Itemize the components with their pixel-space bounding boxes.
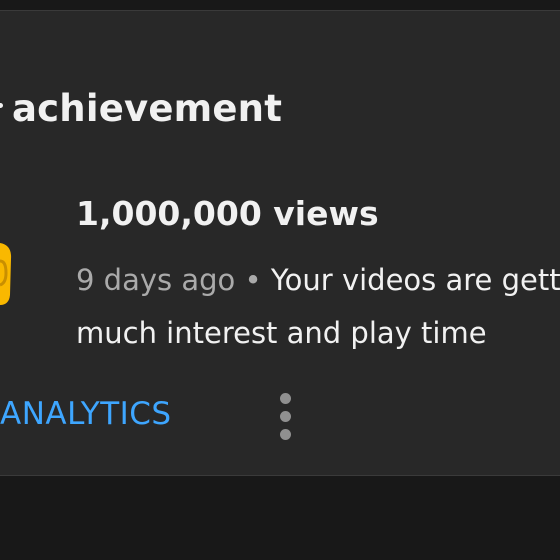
notification-message: 9 days ago • Your videos are gett much i… bbox=[76, 254, 560, 360]
separator-dot: • bbox=[244, 263, 262, 297]
message-line-1: 9 days ago • Your videos are gett bbox=[76, 254, 560, 307]
message-line-2: much interest and play time bbox=[76, 316, 487, 350]
more-vert-icon[interactable] bbox=[272, 389, 300, 445]
analytics-button[interactable]: ANALYTICS bbox=[0, 396, 172, 432]
bottom-strip bbox=[0, 476, 560, 560]
more-dot bbox=[280, 429, 291, 440]
achievement-card: achievement 1,000,000 views 9 days ago •… bbox=[0, 10, 560, 476]
card-title: achievement bbox=[12, 87, 283, 130]
more-dot bbox=[280, 393, 291, 404]
top-strip bbox=[0, 0, 560, 10]
milestone-heading: 1,000,000 views bbox=[76, 194, 379, 233]
message-text: Your videos are gett bbox=[270, 263, 560, 297]
notification-age: 9 days ago bbox=[76, 263, 236, 297]
more-dot bbox=[280, 411, 291, 422]
title-prefix-glyph bbox=[0, 103, 3, 108]
trophy-icon bbox=[0, 243, 12, 305]
